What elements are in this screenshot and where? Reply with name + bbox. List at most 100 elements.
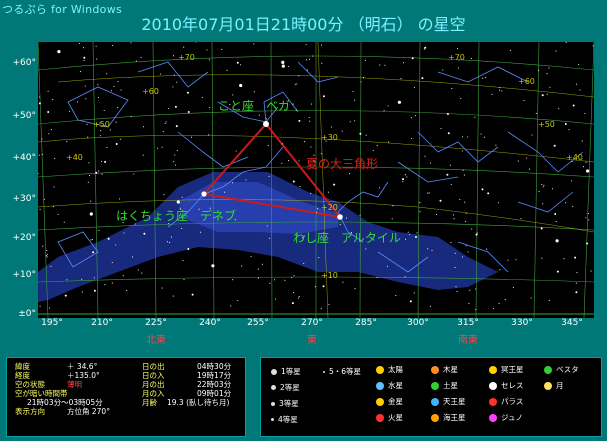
star bbox=[274, 298, 277, 300]
star bbox=[161, 146, 163, 148]
star bbox=[99, 135, 101, 137]
star bbox=[53, 186, 55, 188]
star bbox=[376, 145, 378, 147]
star bbox=[386, 265, 388, 267]
sky-map-canvas[interactable]: +70 +70 +60 +60 +50 +50 +40 +40 +30 +20 … bbox=[38, 42, 594, 318]
star bbox=[354, 99, 356, 101]
star bbox=[585, 217, 587, 219]
label-deneb: はくちょう座 デネブ bbox=[116, 208, 236, 223]
altitude-tick-label: +50° bbox=[12, 111, 37, 121]
star bbox=[66, 279, 68, 281]
star bbox=[88, 175, 91, 177]
star bbox=[110, 90, 113, 92]
sun-icon bbox=[376, 365, 384, 374]
star bbox=[174, 105, 177, 108]
star bbox=[115, 121, 117, 123]
star bbox=[526, 157, 528, 159]
star bbox=[423, 48, 425, 50]
star bbox=[322, 285, 325, 288]
star bbox=[43, 198, 45, 200]
sky-map[interactable]: +70 +70 +60 +60 +50 +50 +40 +40 +30 +20 … bbox=[38, 42, 594, 318]
star bbox=[98, 229, 100, 231]
star bbox=[165, 121, 167, 123]
legend-venus: 金星 bbox=[376, 396, 403, 407]
star bbox=[143, 126, 145, 128]
star bbox=[103, 109, 105, 112]
star bbox=[402, 178, 404, 181]
view-direction-label: 表示方向 bbox=[15, 407, 45, 416]
altitude-tick-label: +60° bbox=[12, 58, 37, 68]
star bbox=[237, 299, 239, 302]
star bbox=[447, 132, 450, 135]
star bbox=[461, 150, 463, 152]
star bbox=[365, 248, 367, 250]
star bbox=[126, 289, 128, 292]
azimuth-tick-label: 255° bbox=[247, 318, 269, 328]
star bbox=[47, 90, 49, 92]
view-direction-value: 方位角 270° bbox=[67, 407, 110, 416]
star bbox=[274, 279, 276, 281]
moonset-label: 月の入 bbox=[142, 389, 165, 398]
star bbox=[284, 279, 286, 281]
star bbox=[142, 154, 144, 156]
star bbox=[454, 252, 456, 254]
star bbox=[140, 56, 142, 59]
star bbox=[465, 220, 467, 222]
legend-uranus: 天王星 bbox=[431, 396, 466, 407]
star bbox=[50, 128, 52, 130]
star bbox=[66, 141, 68, 143]
star bbox=[564, 123, 567, 125]
label-vega: こと座 ベガ bbox=[218, 98, 290, 113]
star bbox=[305, 59, 308, 61]
star bbox=[574, 256, 577, 259]
pluto-icon bbox=[489, 365, 497, 374]
star bbox=[298, 75, 300, 77]
star bbox=[308, 116, 310, 119]
star bbox=[499, 89, 501, 91]
star bbox=[64, 294, 67, 297]
star bbox=[115, 244, 117, 246]
star bbox=[320, 44, 323, 46]
star bbox=[457, 67, 459, 69]
grid-label: +50 bbox=[538, 120, 555, 129]
grid-label: +60 bbox=[518, 77, 535, 86]
star bbox=[515, 259, 517, 261]
star bbox=[467, 251, 469, 253]
star bbox=[546, 73, 548, 75]
star bbox=[555, 239, 559, 243]
star bbox=[113, 85, 115, 87]
legend-vesta: ベスタ bbox=[544, 364, 579, 375]
star bbox=[81, 291, 83, 293]
star bbox=[548, 300, 550, 302]
legend-mars: 火星 bbox=[376, 412, 403, 423]
star bbox=[462, 136, 464, 138]
star bbox=[586, 169, 590, 173]
legend-mag56: 5・6等星 bbox=[323, 366, 361, 377]
star bbox=[316, 212, 318, 214]
vesta-icon bbox=[544, 365, 552, 374]
altitude-tick-label: ±0° bbox=[18, 309, 36, 319]
star bbox=[402, 181, 404, 183]
star bbox=[97, 96, 100, 99]
star bbox=[349, 121, 351, 123]
star bbox=[320, 308, 322, 310]
star bbox=[78, 42, 80, 44]
star bbox=[48, 133, 50, 135]
star bbox=[411, 57, 414, 60]
star bbox=[268, 237, 270, 239]
star bbox=[159, 73, 162, 75]
star bbox=[415, 236, 417, 238]
star bbox=[38, 172, 39, 175]
star bbox=[130, 42, 132, 44]
star bbox=[424, 46, 427, 49]
star bbox=[392, 205, 394, 207]
star bbox=[397, 100, 401, 104]
star bbox=[317, 208, 319, 210]
star bbox=[460, 97, 462, 99]
star bbox=[408, 233, 411, 236]
star bbox=[175, 125, 178, 128]
star bbox=[587, 212, 589, 215]
star bbox=[293, 292, 295, 294]
star bbox=[512, 286, 514, 289]
legend-juno: ジュノ bbox=[489, 412, 523, 423]
